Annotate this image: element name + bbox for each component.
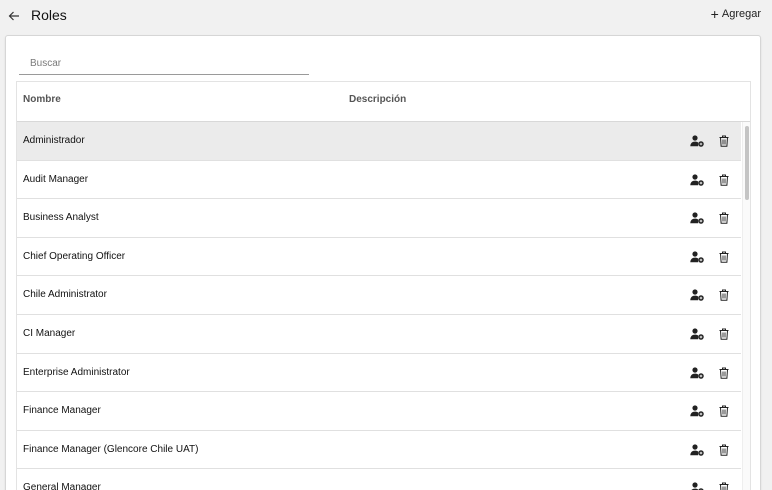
table-row[interactable]: Administrador <box>17 122 741 161</box>
trash-icon <box>719 289 729 302</box>
table-row[interactable]: Chief Operating Officer <box>17 238 741 277</box>
plus-icon: + <box>710 5 719 22</box>
role-name: Enterprise Administrator <box>23 366 130 378</box>
table-row[interactable]: General Manager <box>17 469 741 490</box>
user-gear-icon <box>690 251 704 263</box>
search-input[interactable] <box>19 53 309 75</box>
user-gear-icon <box>690 212 704 224</box>
add-button[interactable]: + Agregar <box>710 5 761 22</box>
assign-users-button[interactable] <box>690 443 704 457</box>
user-gear-icon <box>690 366 704 379</box>
page-title: Roles <box>31 7 67 23</box>
table-header: Nombre Descripción <box>17 82 750 122</box>
trash-icon <box>719 174 729 186</box>
trash-icon <box>719 444 729 456</box>
trash-icon <box>719 212 729 224</box>
scrollbar-thumb[interactable] <box>745 126 749 200</box>
trash-icon <box>719 482 729 490</box>
delete-role-button[interactable] <box>717 404 731 418</box>
add-button-label: Agregar <box>721 8 761 20</box>
role-name: Administrador <box>23 135 85 146</box>
table-row[interactable]: Finance Manager <box>17 392 741 431</box>
assign-users-button[interactable] <box>690 481 704 490</box>
role-name: Finance Manager <box>23 405 101 417</box>
table-row[interactable]: Finance Manager (Glencore Chile UAT) <box>17 431 741 470</box>
top-bar: Roles + Agregar <box>0 0 772 32</box>
role-name: Business Analyst <box>23 212 99 224</box>
delete-role-button[interactable] <box>717 211 731 225</box>
user-gear-icon <box>690 173 704 186</box>
user-gear-icon <box>691 482 704 490</box>
assign-users-button[interactable] <box>690 173 704 187</box>
user-gear-icon <box>690 289 704 302</box>
role-name: Finance Manager (Glencore Chile UAT) <box>23 443 199 455</box>
assign-users-button[interactable] <box>690 366 704 380</box>
delete-role-button[interactable] <box>717 134 731 148</box>
trash-icon <box>719 328 729 340</box>
table-row[interactable]: CI Manager <box>17 315 741 354</box>
trash-icon <box>719 135 729 147</box>
roles-table: Nombre Descripción Administrador Audit M… <box>16 81 751 490</box>
user-gear-icon <box>690 444 704 456</box>
trash-icon <box>719 251 729 263</box>
delete-role-button[interactable] <box>717 327 731 341</box>
assign-users-button[interactable] <box>690 211 704 225</box>
assign-users-button[interactable] <box>690 327 704 341</box>
user-gear-icon <box>690 328 704 340</box>
delete-role-button[interactable] <box>717 250 731 264</box>
roles-card: Nombre Descripción Administrador Audit M… <box>5 35 761 490</box>
column-header-name[interactable]: Nombre <box>23 94 61 105</box>
assign-users-button[interactable] <box>690 288 704 302</box>
role-name: Chief Operating Officer <box>23 250 126 262</box>
table-row[interactable]: Business Analyst <box>17 199 741 238</box>
table-row[interactable]: Enterprise Administrator <box>17 354 741 393</box>
arrow-left-icon <box>8 11 19 21</box>
column-header-description[interactable]: Descripción <box>349 94 406 105</box>
role-name: CI Manager <box>23 327 76 339</box>
delete-role-button[interactable] <box>717 366 731 380</box>
user-gear-icon <box>690 405 704 417</box>
delete-role-button[interactable] <box>717 481 731 490</box>
assign-users-button[interactable] <box>690 404 704 418</box>
role-name: General Manager <box>23 482 101 490</box>
assign-users-button[interactable] <box>690 134 704 148</box>
role-name: Chile Administrator <box>23 289 107 301</box>
trash-icon <box>719 405 729 417</box>
table-body: Administrador Audit Manager Business Ana… <box>17 122 741 490</box>
table-row[interactable]: Chile Administrator <box>17 276 741 315</box>
role-name: Audit Manager <box>23 173 89 185</box>
assign-users-button[interactable] <box>690 250 704 264</box>
back-button[interactable] <box>4 6 24 26</box>
delete-role-button[interactable] <box>717 288 731 302</box>
delete-role-button[interactable] <box>717 173 731 187</box>
user-gear-icon <box>690 135 704 147</box>
scrollbar[interactable] <box>742 122 750 490</box>
table-row[interactable]: Audit Manager <box>17 161 741 200</box>
delete-role-button[interactable] <box>717 443 731 457</box>
trash-icon <box>719 367 729 379</box>
